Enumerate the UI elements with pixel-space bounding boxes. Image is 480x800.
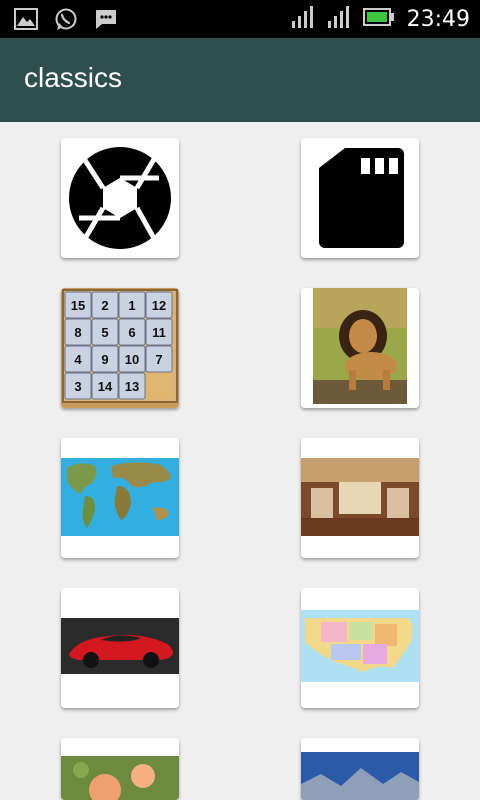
interior-room-image — [301, 438, 419, 558]
mountain-landscape-image — [301, 738, 419, 800]
puzzle-number: 8 — [74, 325, 81, 340]
page-title: classics — [24, 62, 123, 93]
puzzle-number: 12 — [152, 298, 166, 313]
puzzle-number: 14 — [98, 379, 113, 394]
puzzle-number: 4 — [74, 352, 82, 367]
usa-map-image — [301, 588, 419, 708]
status-time: 23:49 — [406, 7, 470, 32]
puzzle-number: 1 — [128, 298, 135, 313]
app-bar: classics — [0, 38, 480, 122]
gallery-icon — [14, 8, 38, 35]
puzzle-number: 13 — [125, 379, 139, 394]
image-grid: 15 2 1 12 8 5 6 11 4 9 10 7 3 14 13 — [0, 122, 480, 800]
interior-room-tile[interactable] — [301, 438, 419, 558]
puzzle-number: 2 — [101, 298, 108, 313]
roses-tile[interactable] — [61, 738, 179, 800]
puzzle-number: 11 — [152, 325, 166, 340]
app-screen: 23:49 classics 15 2 1 12 8 5 6 11 4 9 10… — [0, 0, 480, 800]
sliding-puzzle-image: 15 2 1 12 8 5 6 11 4 9 10 7 3 14 13 — [61, 288, 179, 408]
puzzle-number: 3 — [74, 379, 81, 394]
whatsapp-icon — [54, 7, 78, 36]
mountain-landscape-tile[interactable] — [301, 738, 419, 800]
usa-map-tile[interactable] — [301, 588, 419, 708]
camera-aperture-icon — [69, 147, 171, 249]
red-sports-car-tile[interactable] — [61, 588, 179, 708]
puzzle-number: 7 — [155, 352, 162, 367]
puzzle-number: 5 — [101, 325, 108, 340]
signal-icon — [327, 5, 351, 34]
puzzle-number: 10 — [125, 352, 139, 367]
sliding-puzzle-tile[interactable]: 15 2 1 12 8 5 6 11 4 9 10 7 3 14 13 — [61, 288, 179, 408]
camera-aperture-tile[interactable] — [61, 138, 179, 258]
puzzle-number: 15 — [71, 298, 85, 313]
lion-tile[interactable] — [301, 288, 419, 408]
puzzle-number: 6 — [128, 325, 135, 340]
roses-image — [61, 738, 179, 800]
lion-image — [301, 288, 419, 408]
sd-card-tile[interactable] — [301, 138, 419, 258]
message-icon — [94, 8, 118, 35]
red-sports-car-image — [61, 588, 179, 708]
signal-icon — [291, 5, 315, 34]
world-map-tile[interactable] — [61, 438, 179, 558]
world-map-image — [61, 438, 179, 558]
puzzle-empty-cell — [146, 373, 172, 399]
status-bar: 23:49 — [0, 0, 480, 38]
battery-icon — [362, 7, 395, 32]
puzzle-number: 9 — [101, 352, 108, 367]
sd-card-icon — [319, 148, 404, 248]
